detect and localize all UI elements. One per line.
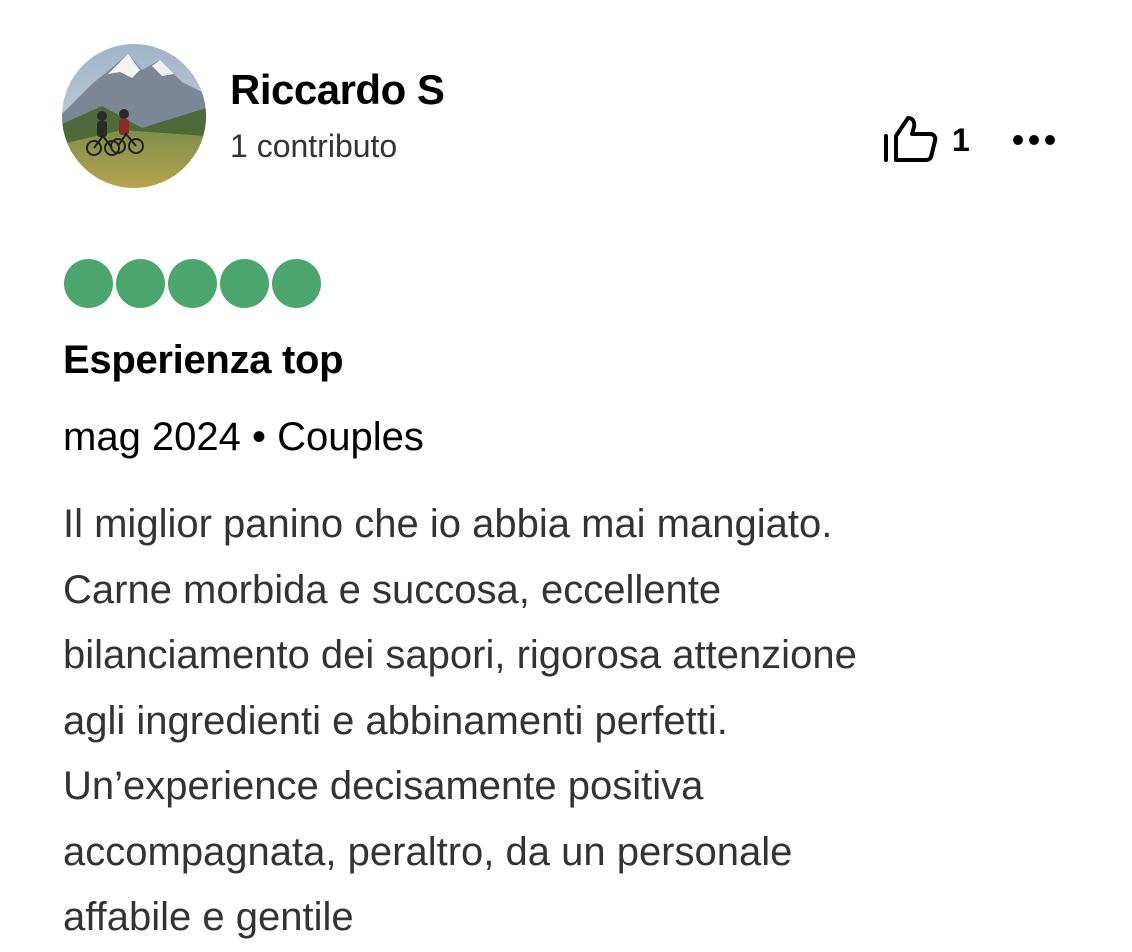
- user-name[interactable]: Riccardo S: [230, 64, 445, 116]
- review-body-line: Un’experience decisamente positiva: [63, 764, 704, 808]
- review-body: Il miglior panino che io abbia mai mangi…: [63, 492, 1103, 951]
- avatar[interactable]: [62, 44, 206, 188]
- avatar-photo: [62, 44, 206, 188]
- rating-bubble: [272, 259, 321, 308]
- contribution-count: 1 contributo: [230, 128, 398, 164]
- rating-bubble: [64, 259, 113, 308]
- thumbs-up-icon: [884, 116, 938, 162]
- rating-bubble: [116, 259, 165, 308]
- review-body-line: affabile e gentile: [63, 895, 354, 939]
- review-body-line: agli ingredienti e abbinamenti perfetti.: [63, 698, 728, 743]
- review-body-line: bilanciamento dei sapori, rigorosa atten…: [63, 633, 857, 677]
- more-options-button[interactable]: [1006, 122, 1062, 158]
- review-body-line: Il miglior panino che io abbia mai mangi…: [63, 502, 833, 546]
- rating-bubble: [220, 259, 269, 308]
- more-options-icon: [1013, 135, 1055, 145]
- review-title: Esperienza top: [63, 338, 344, 382]
- review-meta: mag 2024 • Couples: [63, 415, 424, 459]
- helpful-vote-button[interactable]: 1: [880, 114, 970, 166]
- helpful-count: 1: [952, 122, 970, 158]
- rating-bubble: [168, 259, 217, 308]
- review-body-line: Carne morbida e succosa, eccellente: [63, 567, 722, 612]
- bubble-rating: [64, 259, 321, 308]
- review-card: Riccardo S 1 contributo 1 Esperienza top…: [0, 0, 1132, 952]
- review-body-line: accompagnata, peraltro, da un personale: [63, 829, 793, 874]
